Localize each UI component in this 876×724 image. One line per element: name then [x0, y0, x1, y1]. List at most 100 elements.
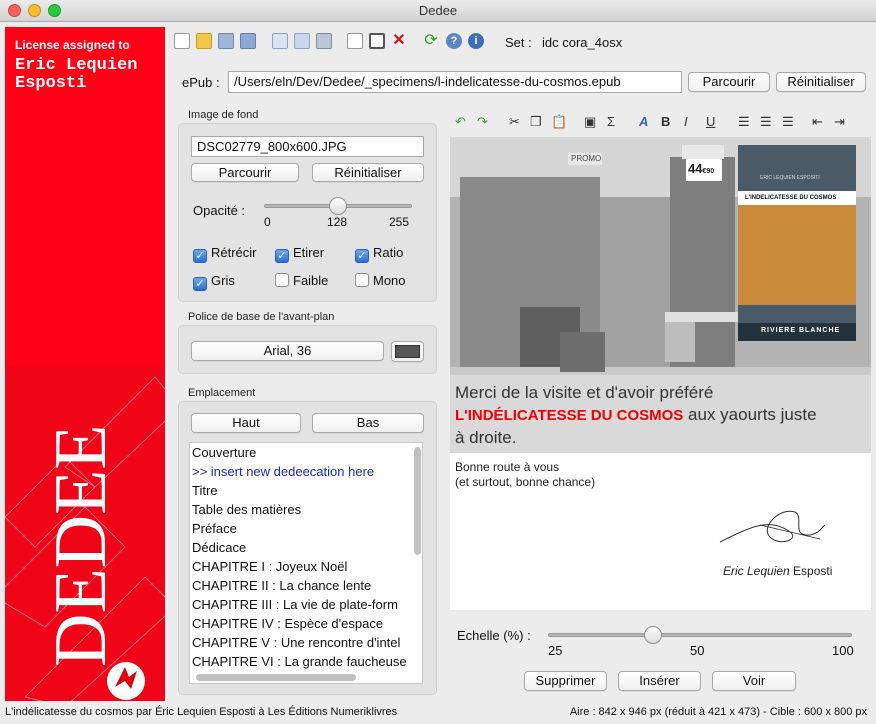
- undo-icon[interactable]: ↶: [455, 114, 466, 130]
- preview-note-2: (et surtout, bonne chance): [455, 475, 596, 489]
- list-item[interactable]: Préface: [190, 519, 422, 538]
- list-item[interactable]: Table des matières: [190, 500, 422, 519]
- status-dimensions: Aire : 842 x 946 px (réduit à 421 x 473)…: [569, 706, 867, 718]
- list-item[interactable]: CHAPITRE VI : La grande faucheuse: [190, 652, 422, 671]
- align-right-icon[interactable]: ☰: [782, 114, 794, 130]
- delete-icon[interactable]: ✕: [391, 33, 407, 49]
- scale-max-label: 100: [832, 643, 854, 658]
- align-left-icon[interactable]: ☰: [738, 114, 750, 130]
- price-sign-text: 44€90: [688, 161, 715, 176]
- view-button[interactable]: Voir: [712, 671, 796, 691]
- checkbox-grey[interactable]: ✓ Gris: [193, 273, 235, 291]
- epub-reset-button[interactable]: Réinitialiser: [776, 72, 866, 92]
- signature-scribble: [719, 510, 826, 543]
- bold-icon[interactable]: B: [661, 114, 670, 129]
- list-item[interactable]: Dédicace: [190, 538, 422, 557]
- paste-icon[interactable]: 📋: [551, 114, 567, 130]
- minimize-window-button[interactable]: [28, 4, 41, 17]
- underline-icon[interactable]: U: [706, 114, 715, 129]
- copy-icon[interactable]: [272, 33, 288, 49]
- wrench-icon[interactable]: [316, 33, 332, 49]
- background-browse-button[interactable]: Parcourir: [191, 163, 299, 182]
- font-group-title: Police de base de l'avant-plan: [188, 311, 335, 323]
- cut-icon[interactable]: ✂: [509, 114, 520, 130]
- list-item-insert-placeholder[interactable]: >> insert new dedeecation here: [190, 462, 422, 481]
- checkbox-grey-box[interactable]: ✓: [193, 277, 207, 291]
- app-window: Dedee License assigned to Eric Lequien E…: [0, 0, 876, 724]
- preview-note-1: Bonne route à vous: [455, 460, 560, 474]
- list-item[interactable]: CHAPITRE II : La chance lente: [190, 576, 422, 595]
- save-icon[interactable]: [218, 33, 234, 49]
- brand-vertical-text: DEDEE: [40, 425, 122, 668]
- location-list[interactable]: Couverture >> insert new dedeecation her…: [189, 442, 423, 684]
- info-icon[interactable]: i: [468, 33, 484, 49]
- image-icon[interactable]: ▣: [584, 114, 596, 130]
- redo-icon[interactable]: ↷: [477, 114, 488, 130]
- list-item[interactable]: Couverture: [190, 443, 422, 462]
- checkbox-stretch-box[interactable]: ✓: [275, 249, 289, 263]
- font-color-swatch[interactable]: [391, 341, 424, 362]
- window-icon[interactable]: [369, 33, 385, 49]
- preview-book-title-red: L'INDÉLICATESSE DU COSMOS: [455, 407, 684, 424]
- indent-decrease-icon[interactable]: ⇤: [812, 114, 823, 130]
- checkbox-faint[interactable]: Faible: [275, 273, 328, 288]
- new-file-icon[interactable]: [174, 33, 190, 49]
- align-center-icon[interactable]: ☰: [760, 114, 772, 130]
- window-title: Dedee: [418, 3, 458, 18]
- epub-browse-button[interactable]: Parcourir: [688, 72, 770, 92]
- move-up-button[interactable]: Haut: [191, 413, 301, 433]
- location-group-title: Emplacement: [188, 387, 256, 399]
- set-value: idc cora_4osx: [542, 35, 623, 50]
- checkbox-ratio[interactable]: ✓ Ratio: [355, 245, 403, 263]
- list-horizontal-scrollbar[interactable]: [196, 674, 356, 681]
- list-item[interactable]: CHAPITRE III : La vie de plate-form: [190, 595, 422, 614]
- sigma-icon[interactable]: Σ: [607, 114, 615, 129]
- background-image-file-field[interactable]: DSC02779_800x600.JPG: [191, 136, 424, 157]
- checkbox-shrink[interactable]: ✓ Rétrécir: [193, 245, 257, 263]
- copy-text-icon[interactable]: ❐: [530, 114, 542, 130]
- opacity-slider-knob[interactable]: [329, 197, 347, 215]
- preview-line-1: Merci de la visite et d'avoir préféré: [455, 383, 714, 402]
- scale-slider-track[interactable]: [548, 633, 852, 637]
- indent-increase-icon[interactable]: ⇥: [834, 114, 845, 130]
- title-bar: Dedee: [0, 0, 876, 22]
- format-toolbar: ↶ ↷ ✂ ❐ 📋 ▣ Σ A B I U ☰ ☰ ☰ ⇤ ⇥: [450, 111, 871, 133]
- delete-button[interactable]: Supprimer: [524, 671, 607, 691]
- checkbox-mono-box[interactable]: [355, 273, 369, 287]
- checkbox-mono[interactable]: Mono: [355, 273, 406, 288]
- page-preview[interactable]: PROMO 44€90 ERIC LEQUIEN ESPOSITI L'INDE…: [450, 137, 871, 610]
- open-folder-icon[interactable]: [196, 33, 212, 49]
- font-chooser-button[interactable]: Arial, 36: [191, 341, 384, 361]
- background-reset-button[interactable]: Réinitialiser: [312, 163, 424, 182]
- preview-line-2-rest: aux yaourts juste: [683, 405, 817, 424]
- refresh-icon[interactable]: ⟳: [423, 33, 439, 49]
- italic-icon[interactable]: I: [684, 114, 688, 129]
- list-item[interactable]: CHAPITRE I : Joyeux Noël: [190, 557, 422, 576]
- book-publisher-text: RIVIERE BLANCHE: [761, 327, 841, 334]
- checkbox-stretch[interactable]: ✓ Etirer: [275, 245, 324, 263]
- help-icon[interactable]: ?: [446, 33, 462, 49]
- font-color-fill: [395, 345, 420, 358]
- checkbox-faint-box[interactable]: [275, 273, 289, 287]
- close-window-button[interactable]: [8, 4, 21, 17]
- font-style-icon[interactable]: A: [639, 114, 648, 129]
- list-item[interactable]: CHAPITRE IV : Espèce d'espace: [190, 614, 422, 633]
- insert-button[interactable]: Insérer: [618, 671, 701, 691]
- list-vertical-scrollbar[interactable]: [414, 447, 421, 555]
- duplicate-icon[interactable]: [294, 33, 310, 49]
- book-title-text: L'INDELICATESSE DU COSMOS: [745, 195, 837, 201]
- zoom-window-button[interactable]: [48, 4, 61, 17]
- move-down-button[interactable]: Bas: [312, 413, 424, 433]
- dedee-logo-art: DEDEE: [5, 376, 165, 701]
- document-list-icon[interactable]: [347, 33, 363, 49]
- list-item[interactable]: Titre: [190, 481, 422, 500]
- list-item[interactable]: CHAPITRE V : Une rencontre d'intel: [190, 633, 422, 652]
- save-all-icon[interactable]: [240, 33, 256, 49]
- scale-slider-knob[interactable]: [644, 626, 662, 644]
- scale-label: Echelle (%) :: [457, 628, 531, 643]
- checkbox-ratio-box[interactable]: ✓: [355, 249, 369, 263]
- checkbox-faint-label: Faible: [293, 273, 329, 288]
- checkbox-grey-label: Gris: [211, 273, 235, 288]
- checkbox-shrink-box[interactable]: ✓: [193, 249, 207, 263]
- epub-path-field[interactable]: /Users/eln/Dev/Dedee/_specimens/l-indeli…: [228, 71, 682, 93]
